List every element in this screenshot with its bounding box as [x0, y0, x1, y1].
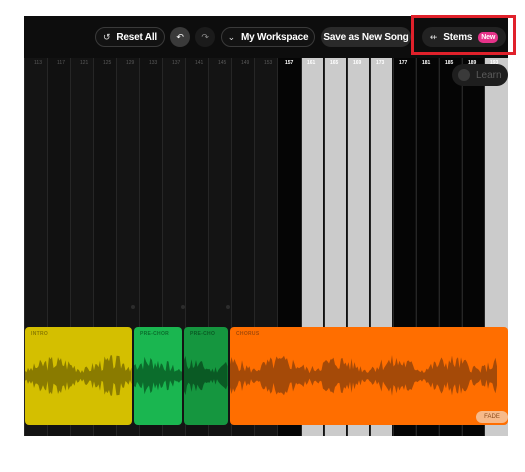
bar-number: 153 [264, 60, 273, 66]
waveform [134, 356, 182, 395]
chevron-down-icon: ⌄ [227, 31, 236, 42]
clip-label: PRE-CHO [190, 331, 216, 337]
redo-button[interactable]: ↷ [195, 27, 215, 47]
waveform-path [134, 356, 182, 395]
undo-button[interactable]: ↶ [170, 27, 190, 47]
timeline-marker-dot [226, 305, 230, 309]
bar-number: 133 [149, 60, 158, 66]
waveform [184, 356, 228, 395]
bar-number: 173 [376, 60, 385, 66]
fade-button[interactable]: FADE [476, 411, 508, 423]
toolbar: ↺ Reset All ↶ ↷ ⌄ My Workspace Save as N… [24, 16, 508, 58]
stems-button[interactable]: ⇷ Stems New [422, 27, 506, 47]
reset-icon: ↺ [103, 31, 111, 42]
bar-number: 145 [218, 60, 227, 66]
workspace-dropdown[interactable]: ⌄ My Workspace [221, 27, 315, 47]
waveform [25, 355, 132, 396]
bar-number: 185 [445, 60, 454, 66]
waveform-path [25, 355, 132, 396]
save-as-new-song-button[interactable]: Save as New Song [321, 27, 411, 47]
save-as-label: Save as New Song [323, 31, 409, 43]
workspace-label: My Workspace [240, 31, 309, 43]
bar-number: 169 [353, 60, 362, 66]
bar-number: 129 [126, 60, 135, 66]
chorus-clip[interactable]: CHORUS [230, 327, 508, 425]
stems-icon: ⇷ [429, 31, 438, 42]
bar-number: 113 [34, 60, 42, 66]
waveform [230, 355, 497, 396]
timeline-marker-dot [131, 305, 135, 309]
intro-clip[interactable]: INTRO [25, 327, 132, 425]
learn-button[interactable]: Learn [452, 64, 508, 86]
bar-number: 157 [285, 60, 294, 66]
bar-number: 193 [490, 60, 499, 66]
undo-icon: ↶ [176, 31, 184, 42]
bar-number: 137 [172, 60, 181, 66]
fade-label: FADE [484, 414, 500, 420]
clip-label: INTRO [31, 331, 49, 337]
clip-label: PRE-CHOR [140, 331, 170, 337]
redo-icon: ↷ [201, 31, 209, 42]
pre-chorus-clip[interactable]: PRE-CHOR [134, 327, 182, 425]
bar-number: 177 [399, 60, 408, 66]
daw-app: ↺ Reset All ↶ ↷ ⌄ My Workspace Save as N… [24, 16, 508, 436]
clip-label: CHORUS [236, 331, 260, 337]
reset-all-button[interactable]: ↺ Reset All [95, 27, 165, 47]
waveform-path [184, 356, 228, 395]
bar-number: 181 [422, 60, 431, 66]
bar-number: 141 [195, 60, 204, 66]
waveform-path [230, 355, 497, 396]
bar-number: 125 [103, 60, 112, 66]
bar-number: 149 [241, 60, 250, 66]
bar-number: 165 [330, 60, 339, 66]
reset-all-label: Reset All [116, 31, 157, 43]
bar-number: 117 [57, 60, 65, 66]
graduation-cap-icon [458, 69, 470, 81]
bar-number: 189 [468, 60, 477, 66]
learn-label: Learn [476, 69, 502, 81]
stems-label: Stems [443, 31, 473, 43]
new-badge: New [478, 31, 499, 43]
timeline-marker-dot [181, 305, 185, 309]
bar-number: 161 [307, 60, 316, 66]
bar-number: 121 [80, 60, 89, 66]
pre-chorus-2-clip[interactable]: PRE-CHO [184, 327, 228, 425]
